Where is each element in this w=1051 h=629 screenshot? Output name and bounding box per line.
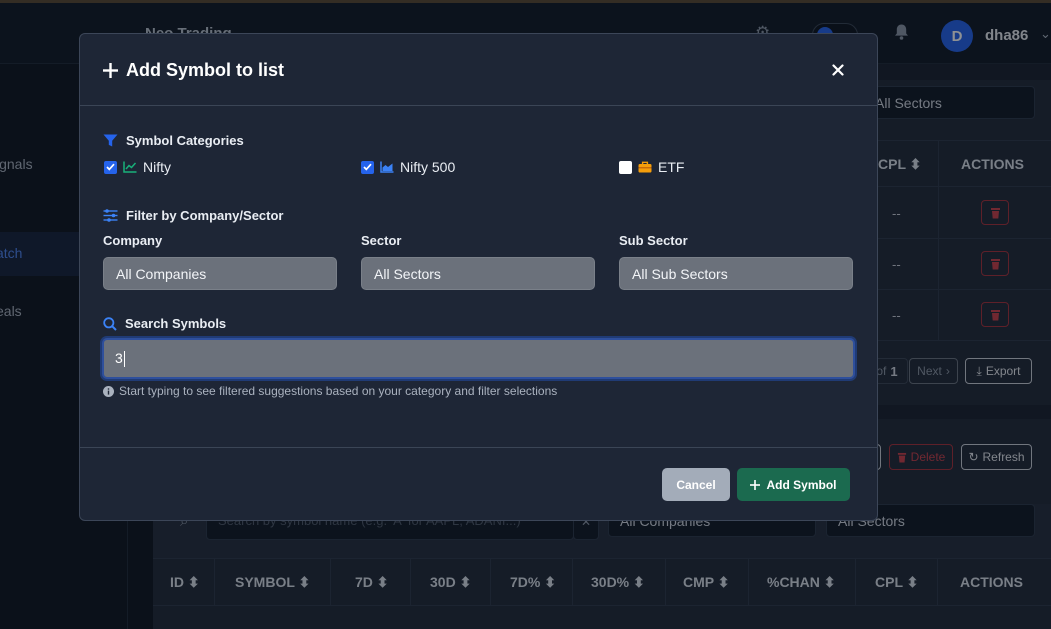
checkbox-checked[interactable] [104,160,117,174]
cancel-button[interactable]: Cancel [662,468,730,501]
search-heading: Search Symbols [103,316,226,331]
search-icon [103,316,117,331]
info-icon [103,385,114,397]
close-button[interactable] [827,59,849,81]
add-symbol-button[interactable]: Add Symbol [737,468,850,501]
category-label: Nifty [143,159,171,175]
sliders-icon [103,209,118,222]
line-chart-icon [123,161,137,173]
categories-heading: Symbol Categories [103,133,244,148]
close-icon [832,64,844,76]
category-checkbox-nifty-500[interactable]: Nifty 500 [361,159,455,175]
sector-select[interactable]: All Sectors [361,257,595,290]
add-symbol-modal: Add Symbol to list Symbol Categories Nif… [79,33,878,521]
sub-sector-select[interactable]: All Sub Sectors [619,257,853,290]
category-label: ETF [658,159,685,175]
checkbox-checked[interactable] [361,160,374,174]
category-checkbox-nifty[interactable]: Nifty [104,159,171,175]
plus-icon [750,479,761,490]
symbol-search-input[interactable]: 3 [102,338,855,379]
sector-label: Sector [361,233,402,248]
category-checkbox-etf[interactable]: ETF [619,159,684,175]
modal-header-divider [80,105,877,106]
category-label: Nifty 500 [400,159,456,175]
filter-icon [103,134,118,147]
checkbox-unchecked[interactable] [619,160,632,174]
plus-icon [103,63,118,78]
company-select[interactable]: All Companies [103,257,337,290]
search-hint: Start typing to see filtered suggestions… [103,384,557,398]
sub-sector-label: Sub Sector [619,233,688,248]
area-chart-icon [380,161,394,173]
filter-heading: Filter by Company/Sector [103,208,283,223]
modal-footer-divider [80,447,877,448]
modal-title-text: Add Symbol to list [126,60,285,80]
modal-title: Add Symbol to list [103,60,284,81]
briefcase-icon [638,161,652,173]
company-label: Company [103,233,163,248]
